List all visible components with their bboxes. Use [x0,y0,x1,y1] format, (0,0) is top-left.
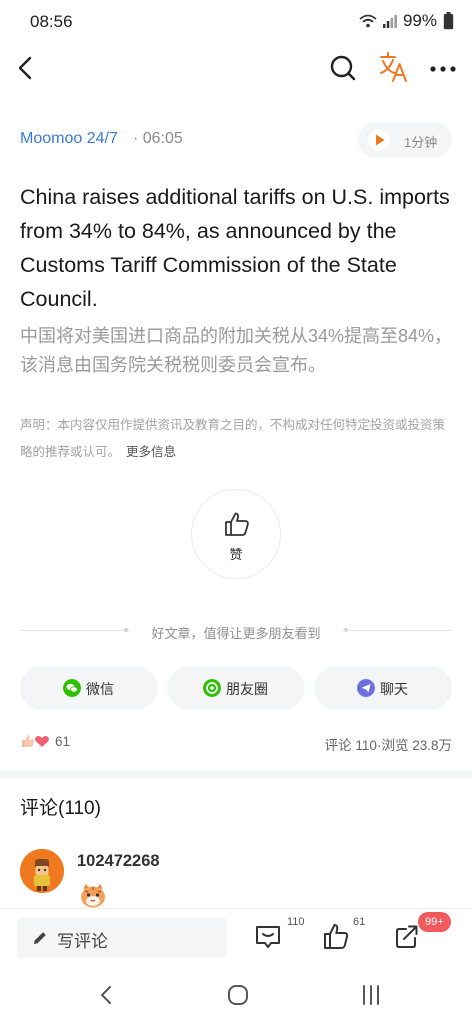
system-back-icon[interactable] [92,982,122,1008]
meta-separator: · [133,130,139,147]
audio-duration: 1分钟 [404,135,438,150]
chat-icon [357,679,375,697]
article-meta: Moomoo 24/7 · 06:05 1分钟 [20,122,452,158]
like-button[interactable]: 赞 [191,489,281,579]
comments-count: 110 [355,738,377,753]
heart-reaction-icon [35,736,49,747]
bottom-action-bar: 写评论 110 61 99+ [0,908,472,968]
back-arrow-icon[interactable] [12,52,40,84]
play-icon [376,134,385,146]
article-stats: 评论 110·浏览 23.8万 [325,734,452,754]
share-badge: 99+ [418,912,451,932]
share-wechat-button[interactable]: 微信 [20,666,158,710]
search-icon[interactable] [328,52,358,84]
write-comment-label: 写评论 [57,932,108,951]
share-prompt-text: 好文章，值得让更多朋友看到 [151,626,321,641]
top-nav-bar [0,44,472,92]
thumbs-up-icon[interactable] [322,921,350,951]
share-moments-label: 朋友圈 [226,681,268,697]
like-count: 61 [353,916,366,928]
article-time: · 06:05 [133,130,183,148]
disclaimer: 声明：本内容仅用作提供资讯及教育之目的，不构成对任何特定投资或投资策略的推荐或认… [20,412,456,466]
thumbs-up-reaction-icon [22,735,35,747]
views-count: 23.8万 [412,738,452,753]
divider-line-right [342,630,452,631]
wechat-icon [63,679,81,697]
audio-play-button[interactable]: 1分钟 [358,122,452,158]
comments-label: 评论 [324,738,352,753]
share-chat-button[interactable]: 聊天 [314,666,452,710]
share-moments-button[interactable]: 朋友圈 [167,666,305,710]
write-comment-input[interactable]: 写评论 [17,918,227,958]
signal-icon [382,15,397,28]
avatar-image [20,849,64,893]
battery-icon [443,12,454,30]
audio-play-circle [368,129,390,151]
status-icons: 99% [359,11,454,31]
article-headline: China raises additional tariffs on U.S. … [20,185,450,311]
battery-percent: 99% [402,11,437,30]
section-divider [0,770,472,778]
article-time-value: 06:05 [142,130,183,147]
views-label: 浏览 [381,738,409,753]
more-icon[interactable] [428,52,458,84]
status-bar: 08:56 99% [0,0,472,44]
comment-count: 110 [287,916,305,928]
article-headline-cn: 中国将对美国进口商品的附加关税从34%提高至84%，该消息由国务院关税税则委员会… [20,326,453,375]
system-recents-icon[interactable] [356,982,386,1008]
status-time: 08:56 [30,12,73,31]
like-label: 赞 [229,547,243,562]
comments-title: 评论(110) [20,798,101,819]
share-icon[interactable] [393,921,421,951]
comment-username[interactable]: 102472268 [77,852,160,871]
reaction-count: 61 [55,734,71,749]
share-wechat-label: 微信 [86,681,114,697]
reaction-row: 61 评论 110·浏览 23.8万 [20,730,452,754]
thumbs-up-icon [225,512,249,536]
reaction-icons[interactable] [20,733,52,749]
share-chat-label: 聊天 [380,681,408,697]
more-info-link[interactable]: 更多信息 [126,445,176,459]
pencil-icon [34,932,46,944]
tiger-sticker-icon [81,884,105,908]
comment-icon[interactable] [254,921,282,951]
moments-icon [203,679,221,697]
disclaimer-text: 声明：本内容仅用作提供资讯及教育之目的，不构成对任何特定投资或投资策略的推荐或认… [20,418,446,459]
share-prompt: 好文章，值得让更多朋友看到 [20,620,452,642]
system-navigation-bar [0,968,472,1024]
avatar[interactable] [20,849,64,893]
translate-icon[interactable] [378,50,408,84]
system-home-icon[interactable] [223,982,253,1008]
wifi-icon [359,14,377,28]
article-source[interactable]: Moomoo 24/7 [20,130,118,148]
